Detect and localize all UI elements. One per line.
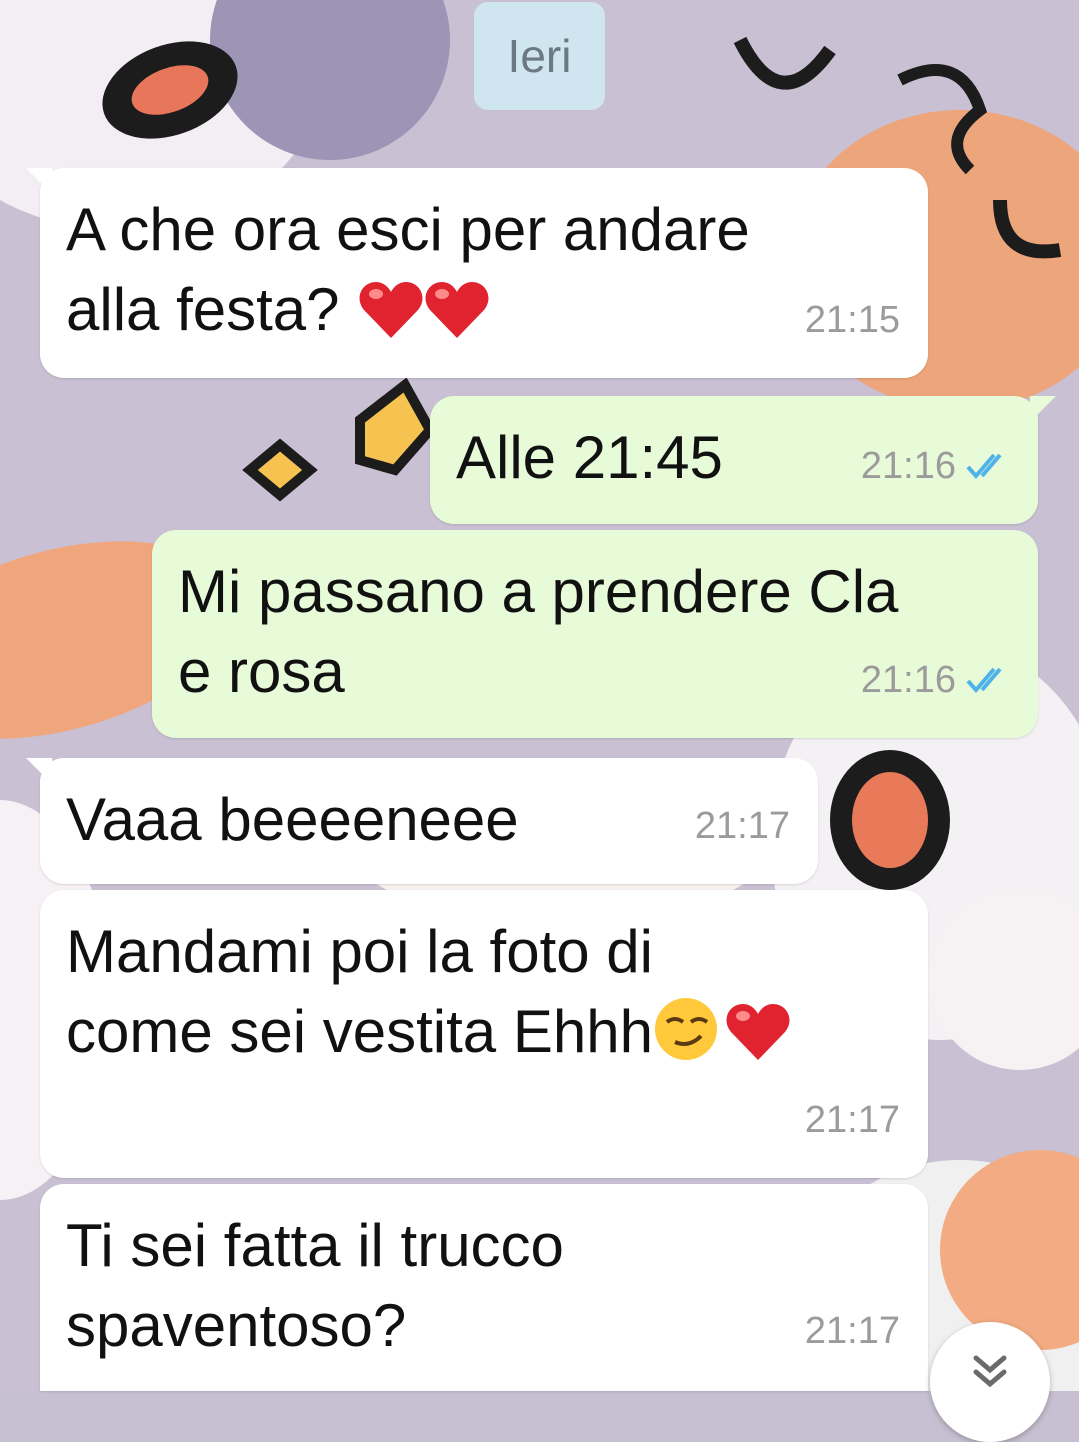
- heart-emoji-icon: [358, 280, 424, 360]
- message-meta: 21:16: [861, 426, 1010, 506]
- message-time: 21:16: [860, 659, 956, 701]
- message-time: 21:15: [804, 299, 900, 341]
- message-meta: 21:15: [805, 280, 900, 360]
- message-time: 21:17: [804, 1310, 900, 1352]
- message-bubble-outgoing[interactable]: Mi passano a prendere Cla e rosa 21:16: [152, 530, 1038, 738]
- bubble-tail: [26, 168, 52, 194]
- smirking-face-emoji-icon: [653, 996, 719, 1082]
- bubble-tail: [26, 758, 52, 784]
- message-text: Mi passano a prendere Cla e rosa: [178, 558, 899, 705]
- bubble-tail: [1030, 396, 1056, 422]
- message-bubble-incoming[interactable]: A che ora esci per andare alla festa? 21…: [26, 168, 928, 378]
- message-text: Alle 21:45: [456, 424, 723, 491]
- message-text: Ti sei fatta il trucco spaventoso?: [66, 1212, 564, 1359]
- message-meta: 21:17: [805, 1080, 900, 1160]
- message-text: Vaaa beeeeneee: [66, 786, 519, 853]
- message-time: 21:17: [694, 805, 790, 847]
- message-meta: 21:16: [861, 640, 1010, 720]
- heart-emoji-icon: [424, 280, 490, 360]
- message-time: 21:17: [804, 1099, 900, 1141]
- message-meta: 21:17: [805, 1291, 900, 1371]
- message-time: 21:16: [860, 445, 956, 487]
- message-bubble-outgoing[interactable]: Alle 21:45 21:16: [430, 396, 1056, 524]
- double-chevron-down-icon: [973, 1355, 1007, 1388]
- scroll-to-bottom-button[interactable]: [930, 1322, 1050, 1442]
- double-check-icon: [966, 667, 1002, 694]
- double-check-icon: [966, 453, 1002, 480]
- message-bubble-incoming[interactable]: Vaaa beeeeneee 21:17: [26, 758, 818, 884]
- message-bubble-incoming[interactable]: Mandami poi la foto di come sei vestita …: [40, 890, 928, 1178]
- heart-emoji-icon: [725, 1002, 791, 1082]
- date-separator: Ieri: [474, 2, 605, 110]
- message-bubble-incoming[interactable]: Ti sei fatta il trucco spaventoso? 21:17: [40, 1184, 928, 1391]
- message-meta: 21:17: [695, 786, 790, 866]
- message-text: Mandami poi la foto di come sei vestita …: [66, 918, 653, 1065]
